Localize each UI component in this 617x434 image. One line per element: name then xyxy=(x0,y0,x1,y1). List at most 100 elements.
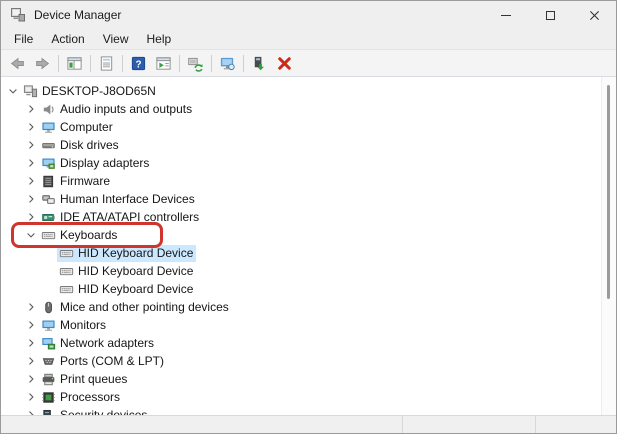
tree-item-hid-keyboard-device[interactable]: HID Keyboard Device xyxy=(1,262,616,280)
tree-item-content: Computer xyxy=(39,119,116,136)
chevron-right-icon[interactable] xyxy=(23,299,39,315)
action-pane-button[interactable] xyxy=(151,52,176,75)
tree-item-label: HID Keyboard Device xyxy=(78,264,194,278)
tree-item-label: Firmware xyxy=(60,174,110,188)
scrollbar-thumb[interactable] xyxy=(607,85,610,299)
tree-item-audio-inputs-and-outputs[interactable]: Audio inputs and outputs xyxy=(1,100,616,118)
chevron-right-icon[interactable] xyxy=(23,119,39,135)
tree-item-label: Human Interface Devices xyxy=(60,192,195,206)
chevron-right-icon[interactable] xyxy=(23,137,39,153)
toolbar-separator xyxy=(90,54,91,72)
menu-view[interactable]: View xyxy=(94,30,138,48)
computer-icon xyxy=(40,119,56,135)
keyboard-icon xyxy=(58,281,74,297)
tree-item-label: Disk drives xyxy=(60,138,119,152)
toolbar-separator xyxy=(58,54,59,72)
tree-item-content: Display adapters xyxy=(39,155,152,172)
keyboard-icon xyxy=(58,263,74,279)
tree-item-content: Keyboards xyxy=(39,227,120,244)
add-drivers-button[interactable] xyxy=(247,52,272,75)
maximize-button[interactable] xyxy=(528,1,572,29)
help-icon: ? xyxy=(130,55,147,72)
chevron-right-icon[interactable] xyxy=(23,407,39,415)
minimize-button[interactable] xyxy=(484,1,528,29)
tree-item-hid-keyboard-device[interactable]: HID Keyboard Device xyxy=(1,244,616,262)
tree-item-content: Print queues xyxy=(39,371,130,388)
tree-item-firmware[interactable]: Firmware xyxy=(1,172,616,190)
export-list-icon xyxy=(155,55,172,72)
chevron-right-icon[interactable] xyxy=(23,209,39,225)
tree-item-processors[interactable]: Processors xyxy=(1,388,616,406)
tree-item-human-interface-devices[interactable]: Human Interface Devices xyxy=(1,190,616,208)
tree-item-mice-and-other-pointing-devices[interactable]: Mice and other pointing devices xyxy=(1,298,616,316)
tree-item-network-adapters[interactable]: Network adapters xyxy=(1,334,616,352)
chevron-down-icon[interactable] xyxy=(5,83,21,99)
toolbar-separator xyxy=(179,54,180,72)
chevron-right-icon[interactable] xyxy=(23,389,39,405)
menu-action[interactable]: Action xyxy=(42,30,93,48)
tree-item-hid-keyboard-device[interactable]: HID Keyboard Device xyxy=(1,280,616,298)
tree-item-label: Network adapters xyxy=(60,336,155,350)
chevron-right-icon[interactable] xyxy=(23,173,39,189)
statusbar xyxy=(1,415,616,433)
tree-item-label: HID Keyboard Device xyxy=(78,246,194,260)
tree-item-content: Security devices xyxy=(39,407,150,415)
tree-item-label: Display adapters xyxy=(60,156,150,170)
tree-item-monitors[interactable]: Monitors xyxy=(1,316,616,334)
forward-button[interactable] xyxy=(30,52,55,75)
chevron-right-icon[interactable] xyxy=(23,371,39,387)
firmware-icon xyxy=(40,173,56,189)
properties-button[interactable] xyxy=(94,52,119,75)
tree-item-ide-ata-atapi-controllers[interactable]: IDE ATA/ATAPI controllers xyxy=(1,208,616,226)
chevron-down-icon[interactable] xyxy=(23,227,39,243)
uninstall-device-button[interactable] xyxy=(272,52,297,75)
close-button[interactable] xyxy=(572,1,616,29)
tree-item-label: Processors xyxy=(60,390,121,404)
update-driver-button[interactable] xyxy=(215,52,240,75)
tree-item-disk-drives[interactable]: Disk drives xyxy=(1,136,616,154)
tree-item-print-queues[interactable]: Print queues xyxy=(1,370,616,388)
back-button[interactable] xyxy=(5,52,30,75)
chevron-right-icon[interactable] xyxy=(23,101,39,117)
scan-hardware-changes-button[interactable] xyxy=(183,52,208,75)
console-tree-icon xyxy=(66,55,83,72)
chevron-right-icon[interactable] xyxy=(23,317,39,333)
tree-item-content: HID Keyboard Device xyxy=(57,263,196,280)
tree-item-keyboards[interactable]: Keyboards xyxy=(1,226,616,244)
tree-item-display-adapters[interactable]: Display adapters xyxy=(1,154,616,172)
statusbar-segment xyxy=(1,416,403,433)
hid-icon xyxy=(40,191,56,207)
tree-item-label: Computer xyxy=(60,120,113,134)
tree-item-ports-com-lpt[interactable]: Ports (COM & LPT) xyxy=(1,352,616,370)
device-tree: DESKTOP-J8OD65N Audio inputs and outputs C… xyxy=(1,77,616,415)
vertical-scrollbar[interactable] xyxy=(601,77,616,415)
audio-icon xyxy=(40,101,56,117)
tree-item-content: Human Interface Devices xyxy=(39,191,198,208)
help-button[interactable]: ? xyxy=(126,52,151,75)
tree-item-computer[interactable]: Computer xyxy=(1,118,616,136)
tree-item-label: HID Keyboard Device xyxy=(78,282,194,296)
keyboard-icon xyxy=(40,227,56,243)
keyboard-icon xyxy=(58,245,74,261)
tree-item-desktop-j8od65n[interactable]: DESKTOP-J8OD65N xyxy=(1,82,616,100)
menu-help[interactable]: Help xyxy=(138,30,181,48)
tree-item-content: DESKTOP-J8OD65N xyxy=(21,83,159,100)
chevron-right-icon[interactable] xyxy=(23,353,39,369)
uninstall-icon xyxy=(276,55,293,72)
chevron-right-icon[interactable] xyxy=(23,335,39,351)
maximize-icon xyxy=(545,10,555,20)
toolbar-separator xyxy=(243,54,244,72)
device-manager-app-icon xyxy=(10,7,26,23)
menu-file[interactable]: File xyxy=(5,30,42,48)
chevron-right-icon[interactable] xyxy=(23,191,39,207)
toolbar-separator xyxy=(122,54,123,72)
close-icon xyxy=(589,10,599,20)
processor-icon xyxy=(40,389,56,405)
content-area: DESKTOP-J8OD65N Audio inputs and outputs C… xyxy=(1,77,616,415)
tree-item-security-devices[interactable]: Security devices xyxy=(1,406,616,415)
chevron-right-icon[interactable] xyxy=(23,155,39,171)
show-console-tree-button[interactable] xyxy=(62,52,87,75)
tree-item-content: HID Keyboard Device xyxy=(57,244,197,262)
